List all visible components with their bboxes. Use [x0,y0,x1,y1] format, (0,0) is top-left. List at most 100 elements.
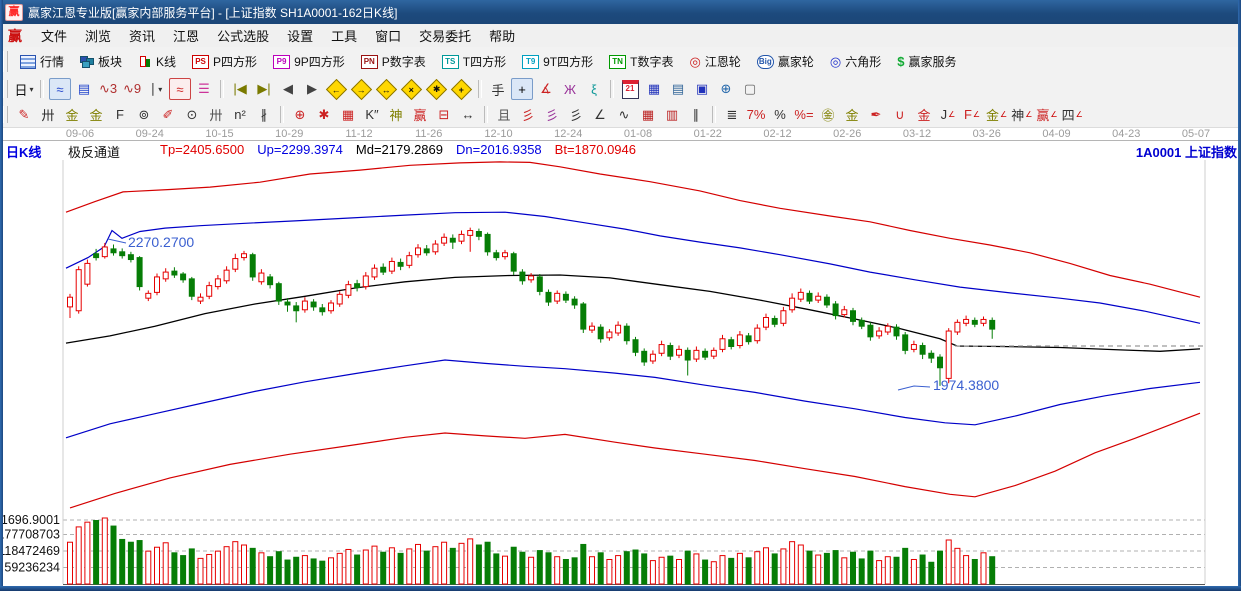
menu-item-5[interactable]: 设置 [278,27,322,46]
toolbar-button-hexagon[interactable]: ◎ 六角形 [822,49,889,74]
tool-workstation[interactable]: ▢ [739,78,761,100]
tool-zoom-4way[interactable]: + [450,78,473,100]
tool-step-forward[interactable]: ▶ [301,78,323,100]
gann-fan-box[interactable]: 彡 [541,104,563,126]
gann-cup-tool[interactable]: ∪ [889,104,911,126]
gann-gold-angle[interactable]: 金 ∠ [985,104,1008,126]
gann-volume-profile[interactable]: ≣ [721,104,743,126]
tool-calculator[interactable]: ▦ [643,78,665,100]
menu-item-9[interactable]: 帮助 [480,27,524,46]
gann-grid-red-2[interactable]: ▥ [661,104,683,126]
gann-gann-fan[interactable]: 彡 [517,104,539,126]
menu-item-0[interactable]: 文件 [32,27,76,46]
tool-wave-9[interactable]: ∿9 [121,78,143,100]
toolbar-button-p-square[interactable]: PS P四方形 [184,49,265,74]
gann-j-angle[interactable]: J ∠ [937,104,959,126]
toolbar-button-sectors[interactable]: 板块 [72,49,130,74]
toolbar-button-t-number-table[interactable]: TN T数字表 [601,49,681,74]
tool-sync-data[interactable]: ⊕ [715,78,737,100]
gann-star-tool[interactable]: ✱ [313,104,335,126]
gann-win-angle[interactable]: 赢 ∠ [1035,104,1058,126]
gann-zigzag[interactable]: ∿ [613,104,635,126]
gann-ruler-123[interactable]: ⊟ [433,104,455,126]
tool-histogram-tool[interactable]: ☰ [193,78,215,100]
menu-item-6[interactable]: 工具 [322,27,366,46]
tool-h-compress[interactable]: × [400,78,423,100]
gann-draw-pen[interactable]: ✎ [13,104,35,126]
gann-gold-level[interactable]: 金 [841,104,863,126]
gann-parallel-lines[interactable]: ∥ [685,104,707,126]
toolbar-button-kline[interactable]: K线 [130,49,184,74]
tool-save[interactable]: ▣ [691,78,713,100]
tool-notes[interactable]: ▤ [667,78,689,100]
menu-item-8[interactable]: 交易委托 [410,27,480,46]
tool-candle-style[interactable]: ∣ ▾ [145,78,167,100]
gann-time-circle[interactable]: ⊙ [181,104,203,126]
tool-wave-3[interactable]: ∿3 [97,78,119,100]
gann-grid-tool[interactable]: ▦ [337,104,359,126]
gann-percent-pen[interactable]: ✐ [157,104,179,126]
gann-target-cross[interactable]: ⊕ [289,104,311,126]
toolbar-button-9p-square[interactable]: P9 9P四方形 [265,49,353,74]
chart-canvas[interactable]: 1696.9001177708703 118472469 59236234 2270.… [0,158,1241,591]
tool-gann-shape-tool[interactable]: Ж [559,78,581,100]
tool-step-back[interactable]: ◀ [277,78,299,100]
tool-channel-tool[interactable]: ≈ [169,78,191,100]
tool-calendar[interactable]: 21 [619,78,641,100]
toolbar-button-winner-wheel[interactable]: Big 赢家轮 [749,49,822,74]
gann-angle-line[interactable]: ∠ [589,104,611,126]
gann-win-lines[interactable]: 赢 [409,104,431,126]
toolbar-button-winner-service[interactable]: $ 赢家服务 [889,49,964,74]
gann-shen-angle[interactable]: 神 ∠ [1010,104,1033,126]
tool-go-first[interactable]: |◀ [229,78,251,100]
tool-crosshair-tool[interactable]: + [511,78,533,100]
gann-spiral[interactable]: ⊚ [133,104,155,126]
menu-item-3[interactable]: 江恩 [164,27,208,46]
gann-percent-eq[interactable]: %= [793,104,815,126]
menu-item-1[interactable]: 浏览 [76,27,120,46]
tool-angle-tool[interactable]: ∡ [535,78,557,100]
toolbar-button-t-square[interactable]: TS T四方形 [434,49,514,74]
tool-pan-tool[interactable]: 手 [487,78,509,100]
tool-shift-right[interactable]: → [350,78,373,100]
gann-f-angle[interactable]: F ∠ [961,104,983,126]
gann-flag-pen[interactable]: ✒ [865,104,887,126]
gann-fib-lines[interactable]: F [109,104,131,126]
toolbar-button-9t-square[interactable]: T9 9T四方形 [514,49,601,74]
menu-item-4[interactable]: 公式选股 [208,27,278,46]
tool-zoom-all[interactable]: ✱ [425,78,448,100]
tool-freehand-tool[interactable]: ξ [583,78,605,100]
tool-curve-tool[interactable]: ≈ [49,78,71,100]
gann-golden-section-v[interactable]: 金 [85,104,107,126]
gann-golden-section-h[interactable]: 金 [61,104,83,126]
gann-mirror-tool[interactable]: ∦ [253,104,275,126]
gann-bar-count[interactable]: 卅 [205,104,227,126]
gann-gann-lines[interactable]: 卅 [37,104,59,126]
gann-square-n2[interactable]: n² [229,104,251,126]
gann-span-tool[interactable]: ↔ [457,104,479,126]
tool-info-doc[interactable]: ▤ [73,78,95,100]
gann-k-marker[interactable]: K″ [361,104,383,126]
volume-bar [745,557,752,585]
tool-go-last[interactable]: ▶| [253,78,275,100]
tool-period-selector[interactable]: 日 ▾ [13,78,35,100]
toolbar-button-gann-wheel[interactable]: ◎ 江恩轮 [681,49,748,74]
gann-gold-circle[interactable]: ㊎ [817,104,839,126]
gann-shen-lines[interactable]: 神 [385,104,407,126]
toolbar-button-p-number-table[interactable]: PN P数字表 [353,49,434,74]
gann-fan-box-dark[interactable]: 彡 [565,104,587,126]
menu-item-7[interactable]: 窗口 [366,27,410,46]
candle-body [197,296,204,302]
gann-percent-line[interactable]: 7% [745,104,767,126]
volume-bar [180,555,187,585]
menu-item-2[interactable]: 资讯 [120,27,164,46]
tool-h-expand[interactable]: ↔ [375,78,398,100]
gann-box-tool[interactable]: 且 [493,104,515,126]
gann-gold-red[interactable]: 金 [913,104,935,126]
gann-grid-red[interactable]: ▦ [637,104,659,126]
title-bar[interactable]: 赢 赢家江恩专业版[赢家内部服务平台] - [上证指数 SH1A0001-162… [0,0,1241,24]
tool-shift-left[interactable]: ← [325,78,348,100]
toolbar-button-quotes[interactable]: 行情 [12,49,72,74]
gann-four-angle[interactable]: 四 ∠ [1061,104,1084,126]
gann-percent[interactable]: % [769,104,791,126]
